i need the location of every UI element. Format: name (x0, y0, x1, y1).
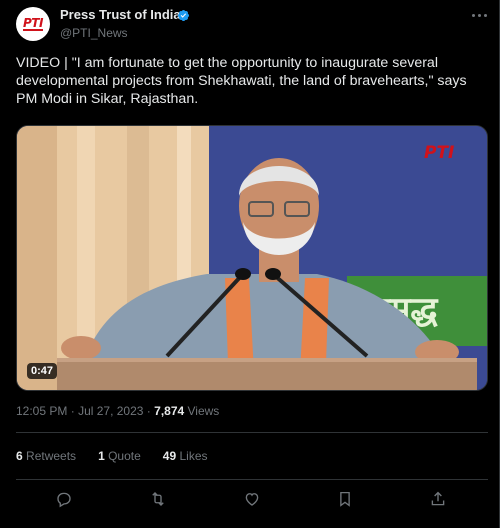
tweet-date[interactable]: Jul 27, 2023 (78, 404, 143, 418)
account-handle[interactable]: @PTI_News (60, 26, 128, 40)
views-count: 7,874 (154, 404, 185, 418)
account-name[interactable]: Press Trust of India (60, 7, 181, 22)
like-button[interactable] (240, 488, 264, 510)
tweet-meta: 12:05 PM · Jul 27, 2023 · 7,874 Views (16, 404, 219, 418)
likes-count: 49 (162, 449, 177, 463)
share-button[interactable] (426, 488, 450, 510)
tweet-card: PTI Press Trust of India @PTI_News VIDEO… (0, 0, 500, 528)
views-label: Views (187, 404, 220, 418)
retweets-count: 6 (16, 449, 23, 463)
more-icon[interactable] (472, 10, 492, 20)
divider (16, 432, 488, 433)
verified-badge-icon (177, 9, 190, 22)
engagement-stats: 6 Retweets 1 Quote 49 Likes (16, 449, 230, 463)
action-bar (0, 484, 500, 514)
quotes-label: Quote (108, 449, 141, 463)
video-player[interactable]: समृद्ध PTI (16, 125, 488, 391)
retweets-stat[interactable]: 6 Retweets (16, 449, 76, 463)
video-frame: समृद्ध PTI (17, 126, 487, 390)
bookmark-icon (340, 491, 350, 507)
pti-logo: PTI (23, 16, 43, 31)
meta-separator: · (70, 404, 75, 418)
reply-button[interactable] (52, 488, 76, 510)
tweet-time[interactable]: 12:05 PM (16, 404, 67, 418)
divider (16, 479, 488, 480)
video-duration: 0:47 (27, 363, 58, 379)
quotes-count: 1 (98, 449, 105, 463)
reply-icon (57, 492, 71, 508)
retweet-icon (152, 492, 164, 506)
quotes-stat[interactable]: 1 Quote (98, 449, 141, 463)
like-icon (245, 493, 259, 506)
meta-separator: · (146, 404, 151, 418)
tweet-text: VIDEO | "I am fortunate to get the oppor… (16, 55, 467, 107)
avatar[interactable]: PTI (16, 7, 50, 41)
likes-stat[interactable]: 49 Likes (163, 449, 208, 463)
likes-label: Likes (179, 449, 208, 463)
pti-watermark: PTI (424, 143, 454, 163)
retweets-label: Retweets (26, 449, 77, 463)
share-icon (431, 491, 445, 506)
bookmark-button[interactable] (333, 488, 357, 510)
retweet-button[interactable] (146, 488, 170, 510)
